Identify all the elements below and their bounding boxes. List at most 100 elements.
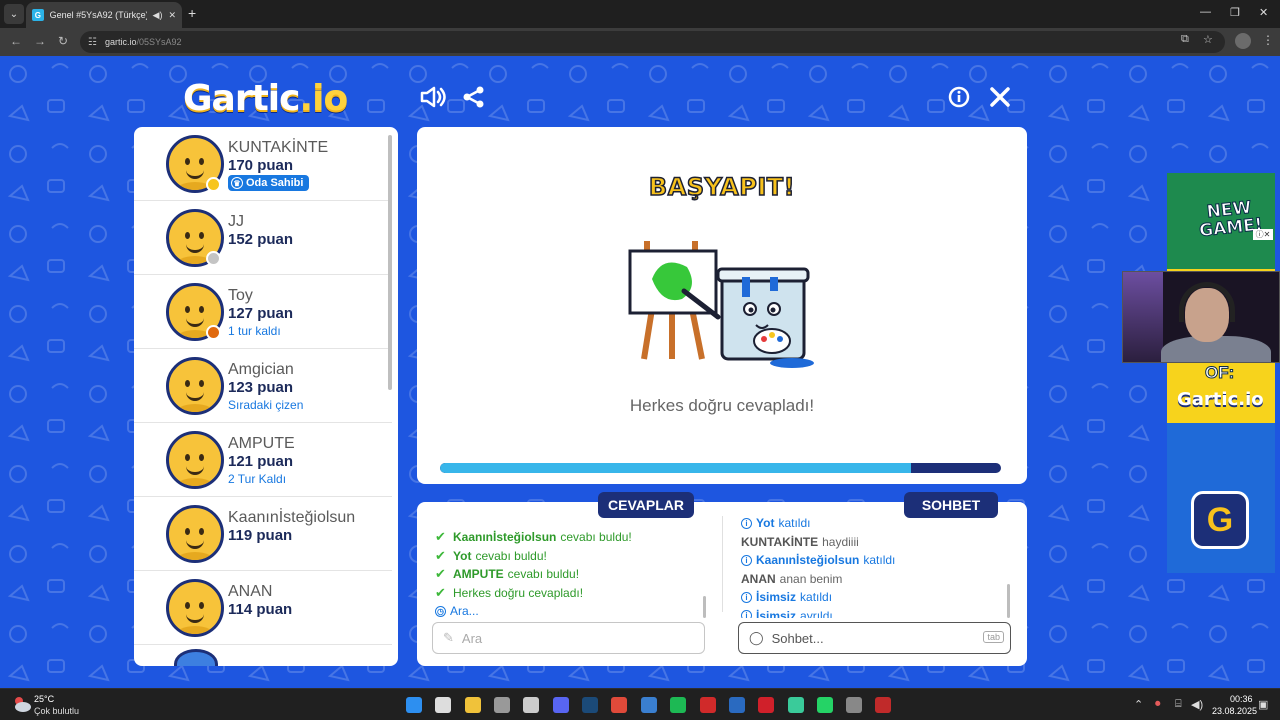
- player-row[interactable]: ANAN 114 puan: [134, 571, 392, 645]
- ad-close-icon[interactable]: ⓘ✕: [1253, 229, 1273, 240]
- install-app-icon[interactable]: ⧉: [1181, 33, 1189, 46]
- chevron-up-icon[interactable]: ⌃: [1134, 698, 1143, 711]
- player-avatar: [166, 357, 224, 415]
- chat-scrollbar[interactable]: [1007, 584, 1010, 618]
- forward-arrow-icon[interactable]: →: [34, 34, 46, 48]
- weather-cloud-icon[interactable]: [12, 695, 32, 713]
- opera-icon[interactable]: [758, 697, 774, 713]
- store-icon[interactable]: [435, 697, 451, 713]
- app-icon[interactable]: [494, 697, 510, 713]
- game-area: Gartic.io KUNTAKİNTE 170 puan ♛ Oda Sahibi…: [0, 56, 1280, 688]
- feed-line: i Yot katıldı: [741, 514, 1016, 533]
- room-owner-badge: ♛ Oda Sahibi: [228, 175, 310, 191]
- new-tab-button[interactable]: +: [188, 6, 196, 20]
- chat-input[interactable]: ◯ Sohbet... tab: [738, 622, 1011, 654]
- chat-feed: i Yot katıldı KUNTAKİNTE haydiiii i Kaanınİste…: [741, 514, 1016, 618]
- browser-tab[interactable]: G Genel #5YsA92 (Türkçe) - G ◀) ✕: [26, 2, 182, 28]
- speaker-icon[interactable]: ◀): [1191, 698, 1203, 711]
- feed-text: cevabı buldu!: [475, 548, 547, 563]
- back-arrow-icon[interactable]: ←: [10, 34, 22, 48]
- minimize-button[interactable]: —: [1200, 6, 1211, 18]
- network-icon[interactable]: ⌸: [1175, 698, 1182, 711]
- window-close-button[interactable]: ✕: [1259, 6, 1268, 19]
- player-row[interactable]: JJ 152 puan: [134, 201, 392, 275]
- app-icon[interactable]: [523, 697, 539, 713]
- player-name: Kaanınİsteğiolsun: [228, 509, 356, 526]
- whatsapp-icon[interactable]: [817, 697, 833, 713]
- player-name: ANAN: [228, 583, 273, 600]
- feed-user-name: AMPUTE: [453, 567, 504, 582]
- browser-tab-bar: ⌄ G Genel #5YsA92 (Türkçe) - G ◀) ✕ + — …: [0, 0, 1280, 28]
- result-message: Herkes doğru cevapladı!: [629, 396, 815, 415]
- address-bar[interactable]: ☷ gartic.io/05SYsA92: [80, 31, 1225, 53]
- info-icon: i: [741, 554, 752, 566]
- volume-icon[interactable]: [420, 86, 446, 114]
- feed-text: cevabı buldu!: [507, 567, 580, 582]
- notification-icon[interactable]: ▣: [1258, 698, 1268, 711]
- app-icon[interactable]: [846, 697, 862, 713]
- clock-date[interactable]: 23.08.2025: [1212, 706, 1257, 716]
- player-status-dot: [206, 325, 221, 340]
- bookmark-star-icon[interactable]: ☆: [1203, 33, 1213, 46]
- player-list-scrollbar[interactable]: [388, 135, 392, 390]
- spotify-icon[interactable]: [670, 697, 686, 713]
- chrome-icon[interactable]: [611, 697, 627, 713]
- ad-of-text: OF:: [1204, 363, 1235, 383]
- feed-user-name: Yot: [756, 516, 775, 531]
- answers-chat-panel: CEVAPLAR SOHBET ✔ Kaanınİsteğiolsun cevabı…: [417, 492, 1027, 666]
- player-row[interactable]: Toy 127 puan 1 tur kaldı: [134, 275, 392, 349]
- easel-paint-bucket-illustration: [628, 241, 814, 368]
- round-result-card: BAŞYAPIT! Herkes doğru cevapladı!: [417, 127, 1027, 484]
- file-explorer-icon[interactable]: [465, 697, 481, 713]
- feed-text: katıldı: [778, 516, 811, 531]
- player-row[interactable]: AMPUTE 121 puan 2 Tur Kaldı: [134, 423, 392, 497]
- feed-line: i İsimsiz ayrıldı: [741, 607, 1016, 618]
- player-row[interactable]: Amgician 123 puan Sıradaki çizen: [134, 349, 392, 423]
- clock-time[interactable]: 00:36: [1230, 694, 1253, 704]
- app-icon[interactable]: [875, 697, 891, 713]
- feed-line: KUNTAKİNTE haydiiii: [741, 533, 1016, 552]
- info-icon: i: [741, 591, 752, 603]
- answers-scrollbar[interactable]: [703, 596, 706, 618]
- close-icon[interactable]: [989, 86, 1011, 114]
- search-icon: ◯: [749, 630, 764, 645]
- answer-input[interactable]: ✎ Ara: [432, 622, 705, 654]
- steam-icon[interactable]: [582, 697, 598, 713]
- url-domain: gartic.io: [104, 37, 137, 47]
- share-icon[interactable]: [463, 86, 485, 114]
- feed-user-name: İsimsiz: [756, 608, 797, 618]
- info-icon[interactable]: [948, 86, 970, 114]
- discord-icon[interactable]: [553, 697, 569, 713]
- restore-button[interactable]: ❐: [1230, 6, 1240, 19]
- player-list: KUNTAKİNTE 170 puan ♛ Oda Sahibi JJ 152 pu…: [134, 127, 398, 666]
- player-row[interactable]: Kaanınİsteğiolsun 119 puan: [134, 497, 392, 571]
- app-icon[interactable]: [729, 697, 745, 713]
- app-icon[interactable]: [788, 697, 804, 713]
- url-path: /05SYsA92: [136, 37, 182, 47]
- player-row[interactable]: KUNTAKİNTE 170 puan ♛ Oda Sahibi: [134, 127, 392, 201]
- app-icon[interactable]: [641, 697, 657, 713]
- feed-user-name: Yot: [453, 548, 472, 563]
- check-icon: ✔: [435, 566, 446, 582]
- tab-close-icon[interactable]: ✕: [168, 10, 176, 21]
- browser-menu-icon[interactable]: ⋮: [1262, 33, 1274, 47]
- speaker-icon[interactable]: ◀): [153, 10, 163, 21]
- site-info-icon[interactable]: ☷: [88, 37, 97, 48]
- player-points: 170 puan: [228, 157, 294, 174]
- player-name: KUNTAKİNTE: [228, 139, 329, 156]
- weather-condition: Çok bulutlu: [34, 706, 80, 716]
- tab-search-button[interactable]: ⌄: [4, 4, 24, 24]
- microphone-icon[interactable]: ⏺: [1155, 698, 1161, 711]
- player-points: 152 puan: [228, 231, 294, 248]
- feed-text: ayrıldı: [800, 608, 833, 618]
- webcam-overlay: [1122, 271, 1280, 363]
- feed-text: anan benim: [779, 571, 843, 586]
- app-icon[interactable]: [700, 697, 716, 713]
- reload-icon[interactable]: ↻: [58, 34, 68, 48]
- player-name: JJ: [228, 213, 244, 230]
- player-avatar: [166, 431, 224, 489]
- windows-start-icon[interactable]: [406, 697, 422, 713]
- chat-input-placeholder: Sohbet...: [771, 630, 824, 646]
- feed-line: i Kaanınİsteğiolsun katıldı: [741, 551, 1016, 570]
- profile-avatar[interactable]: [1235, 33, 1251, 49]
